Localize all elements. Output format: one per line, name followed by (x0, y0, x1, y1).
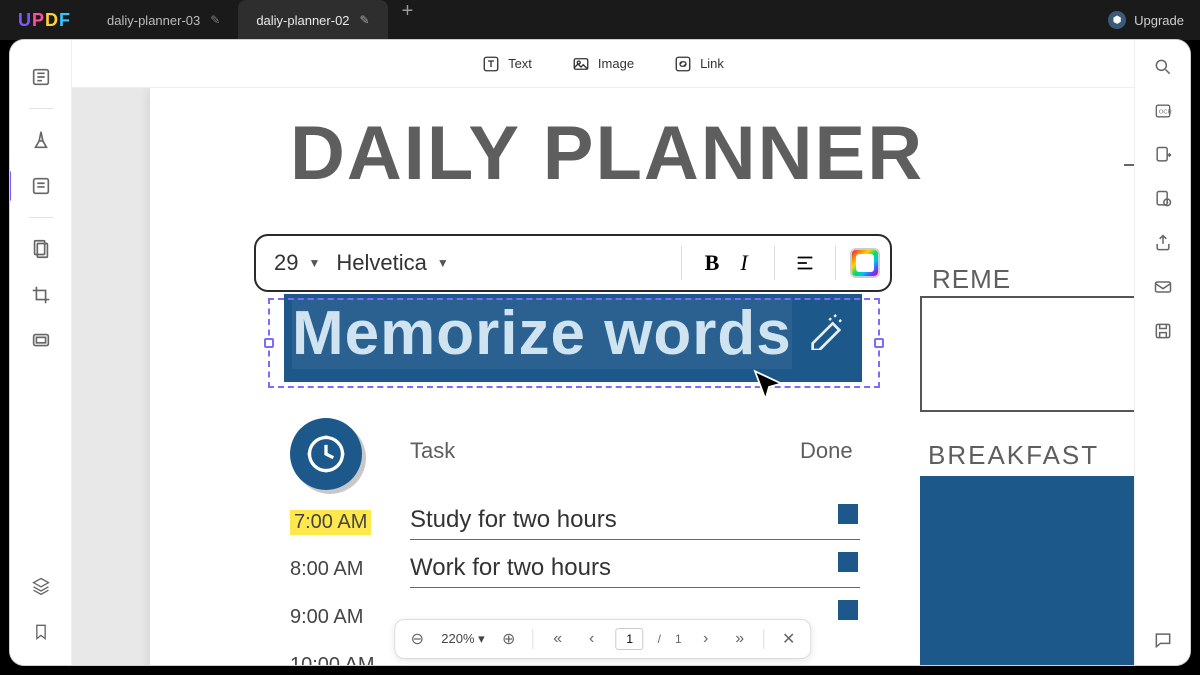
first-page-button[interactable]: « (548, 630, 568, 648)
svg-text:OCR: OCR (1158, 110, 1171, 116)
align-left-icon (794, 252, 816, 274)
clock-icon (290, 418, 362, 490)
pencil-icon: ✎ (210, 13, 220, 27)
slideshow-icon[interactable] (20, 320, 62, 362)
cursor-icon (748, 366, 790, 408)
tab-strip: daliy-planner-03 ✎ daliy-planner-02 ✎ + (89, 0, 427, 40)
edit-tool-icon[interactable] (20, 165, 62, 207)
date-fields: / (1124, 124, 1134, 166)
new-tab-button[interactable]: + (388, 0, 428, 40)
add-text-label: Text (508, 56, 532, 71)
reader-mode-icon[interactable] (20, 56, 62, 98)
zoom-in-button[interactable]: ⊕ (499, 629, 519, 649)
next-page-button[interactable]: › (696, 630, 716, 648)
resize-handle-right[interactable] (874, 338, 884, 348)
image-icon (572, 55, 590, 73)
sidebar-right: OCR (1134, 40, 1190, 665)
remember-label: REME (932, 264, 1011, 295)
add-image-label: Image (598, 56, 634, 71)
text-icon (482, 55, 500, 73)
document-viewport: Text Image Link DAILY PLANNER / (72, 40, 1134, 665)
email-icon[interactable] (1152, 276, 1174, 298)
page-number-input[interactable] (616, 628, 644, 650)
chevron-down-icon: ▼ (308, 256, 320, 270)
column-header-done: Done (800, 438, 853, 464)
page-tool-icon[interactable] (20, 228, 62, 270)
text-color-picker[interactable]: ⌄ (850, 248, 880, 278)
chevron-down-icon: ▼ (437, 256, 449, 270)
breakfast-box (920, 476, 1134, 665)
link-icon (674, 55, 692, 73)
prev-page-button[interactable]: ‹ (582, 630, 602, 648)
comment-tool-icon[interactable] (20, 119, 62, 161)
upgrade-button[interactable]: ⬢ Upgrade (1108, 11, 1200, 29)
done-checkbox[interactable] (838, 600, 858, 620)
tab-label: daliy-planner-02 (256, 13, 349, 28)
app-logo: UPDF (0, 10, 89, 31)
text-format-toolbar: 29▼ Helvetica▼ B I ⌄ (254, 234, 892, 292)
zoom-out-button[interactable]: ⊖ (407, 629, 427, 649)
page-nav-bar: ⊖ 220% ▾ ⊕ « ‹ / 1 › » ✕ (394, 619, 811, 659)
titlebar: UPDF daliy-planner-03 ✎ daliy-planner-02… (0, 0, 1200, 40)
column-header-task: Task (410, 438, 455, 464)
font-size-select[interactable]: 29▼ (266, 250, 328, 276)
main-window: Text Image Link DAILY PLANNER / (10, 40, 1190, 665)
chat-icon[interactable] (1152, 629, 1174, 651)
zoom-level-select[interactable]: 220% ▾ (441, 631, 484, 647)
bookmark-icon[interactable] (20, 611, 62, 653)
italic-button[interactable]: I (728, 247, 760, 279)
add-link-label: Link (700, 56, 724, 71)
task-row: Work for two hours (410, 554, 860, 582)
time-cell: 10:00 AM (290, 654, 375, 665)
date-day (1124, 124, 1134, 166)
share-icon[interactable] (1152, 232, 1174, 254)
page-title: DAILY PLANNER (290, 110, 924, 197)
layers-icon[interactable] (20, 565, 62, 607)
pencil-icon: ✎ (360, 13, 370, 27)
time-cell: 9:00 AM (290, 606, 363, 629)
breakfast-label: BREAKFAST (928, 440, 1099, 471)
edit-toolbar: Text Image Link (72, 40, 1134, 88)
done-checkbox[interactable] (838, 552, 858, 572)
page-sep: / (658, 632, 661, 646)
add-image-button[interactable]: Image (572, 55, 634, 73)
align-button[interactable] (789, 247, 821, 279)
protect-icon[interactable] (1152, 188, 1174, 210)
remember-box (920, 296, 1134, 412)
last-page-button[interactable]: » (730, 630, 750, 648)
close-nav-button[interactable]: ✕ (779, 629, 799, 649)
sidebar-left (10, 40, 72, 665)
bold-button[interactable]: B (696, 247, 728, 279)
magic-pencil-icon (806, 310, 846, 350)
tab-label: daliy-planner-03 (107, 13, 200, 28)
resize-handle-left[interactable] (264, 338, 274, 348)
task-row: Study for two hours (410, 506, 860, 534)
crop-tool-icon[interactable] (20, 274, 62, 316)
add-text-button[interactable]: Text (482, 55, 532, 73)
time-cell: 7:00 AM (290, 510, 371, 535)
chevron-down-icon: ⌄ (860, 257, 869, 270)
save-icon[interactable] (1152, 320, 1174, 342)
font-family-select[interactable]: Helvetica▼ (328, 250, 667, 276)
document-area[interactable]: DAILY PLANNER / Mon Tue Wed Thu Fri 29▼ (72, 88, 1134, 665)
done-checkbox[interactable] (838, 504, 858, 524)
ocr-icon[interactable]: OCR (1152, 100, 1174, 122)
upgrade-label: Upgrade (1134, 13, 1184, 28)
tab-2[interactable]: daliy-planner-02 ✎ (238, 0, 387, 40)
tab-1[interactable]: daliy-planner-03 ✎ (89, 0, 238, 40)
page: DAILY PLANNER / Mon Tue Wed Thu Fri 29▼ (150, 88, 1134, 665)
time-cell: 8:00 AM (290, 558, 363, 581)
search-icon[interactable] (1152, 56, 1174, 78)
page-total: 1 (675, 632, 682, 646)
task-text: Study for two hours (410, 506, 617, 534)
export-icon[interactable] (1152, 144, 1174, 166)
upgrade-badge-icon: ⬢ (1108, 11, 1126, 29)
task-text: Work for two hours (410, 554, 611, 582)
add-link-button[interactable]: Link (674, 55, 724, 73)
